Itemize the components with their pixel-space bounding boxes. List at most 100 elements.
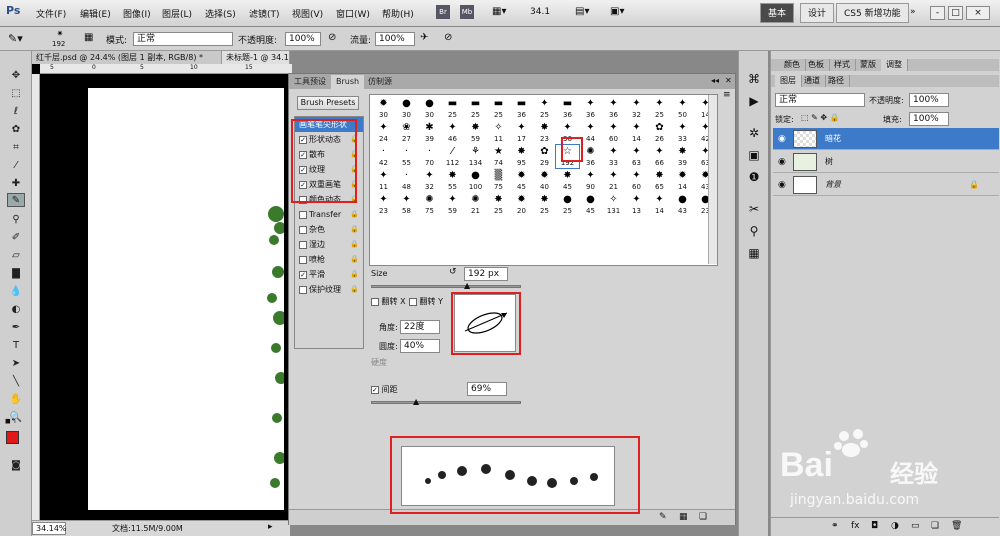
flip-x-checkbox[interactable]: 翻转 X <box>371 296 406 307</box>
new-layer-icon[interactable]: ❏ <box>931 521 939 531</box>
lock-icon[interactable]: 🔒 <box>350 222 359 237</box>
menu-file[interactable]: 文件(F) <box>36 7 66 20</box>
minibridge-icon[interactable]: Mb <box>460 5 474 19</box>
brush-option-item[interactable]: 保护纹理 🔒 <box>295 282 363 297</box>
layer-row-tree[interactable]: ◉ 树 <box>773 151 999 173</box>
brush-tip-cell[interactable]: · 42 <box>372 145 395 168</box>
brush-tip-cell[interactable]: ✦ 50 <box>671 97 694 120</box>
layer-row-background[interactable]: ◉ 背景 🔒 <box>773 174 999 196</box>
fill-input[interactable]: 100% <box>909 112 949 126</box>
brush-tip-cell[interactable]: ⚘ 134 <box>464 145 487 168</box>
move-tool-icon[interactable]: ✥ <box>7 69 25 83</box>
menu-filter[interactable]: 滤镜(T) <box>249 7 280 20</box>
brush-option-item[interactable]: 杂色 🔒 <box>295 222 363 237</box>
delete-layer-icon[interactable]: 🗑 <box>951 521 962 531</box>
history-panel-icon[interactable]: ⌘ <box>746 71 762 87</box>
opacity-input[interactable]: 100% <box>285 32 321 46</box>
brush-tip-cell[interactable]: ⁄ 112 <box>441 145 464 168</box>
status-arrow-icon[interactable]: ▸ <box>268 522 273 532</box>
brush-tip-cell[interactable]: ✹ 45 <box>510 169 533 192</box>
brush-tip-cell[interactable]: ✦ 60 <box>602 121 625 144</box>
tab-clone-source[interactable]: 仿制源 <box>363 75 397 89</box>
actions-panel-icon[interactable]: ▶ <box>746 93 762 109</box>
panel-collapse-icon[interactable]: ◂◂ <box>711 76 719 85</box>
option-checkbox[interactable] <box>299 210 307 219</box>
toggle-brush-panel-icon[interactable]: ▦ <box>84 32 93 43</box>
brush-tip-cell[interactable]: ▬ 36 <box>556 97 579 120</box>
default-colors-icon[interactable]: ◼↰ <box>5 417 17 425</box>
flip-y-checkbox[interactable]: 翻转 Y <box>409 296 443 307</box>
marquee-tool-icon[interactable]: ⬚ <box>7 87 25 101</box>
lock-icon[interactable]: 🔒 <box>350 237 359 252</box>
doc-tab-2[interactable]: 未标题-1 @ 34.1% (暗花, RGB/8) * <box>222 51 290 64</box>
new-brush-icon[interactable]: ❏ <box>699 512 707 522</box>
menu-view[interactable]: 视图(V) <box>292 7 323 20</box>
shape-tool-icon[interactable]: ╲ <box>7 375 25 389</box>
tab-brush[interactable]: Brush <box>331 75 365 89</box>
canvas[interactable] <box>88 88 287 510</box>
doc-tab-1[interactable]: 红千层.psd @ 24.4% (图层 1 副本, RGB/8) * <box>32 51 222 64</box>
tab-color[interactable]: 颜色 <box>779 59 806 71</box>
brush-tip-cell[interactable]: ✧ 131 <box>602 193 625 216</box>
clone-source-icon[interactable]: ⚲ <box>746 223 762 239</box>
adjustment-layer-icon[interactable]: ◑ <box>891 521 899 531</box>
brush-tip-cell[interactable]: ✧ 11 <box>487 121 510 144</box>
eraser-tool-icon[interactable]: ▱ <box>7 249 25 263</box>
workspace-design[interactable]: 设计 <box>800 3 835 23</box>
brush-option-item[interactable]: 湿边 🔒 <box>295 237 363 252</box>
path-select-tool-icon[interactable]: ➤ <box>7 357 25 371</box>
type-tool-icon[interactable]: T <box>7 339 25 353</box>
brush-tip-cell[interactable]: ✦ 36 <box>579 97 602 120</box>
tab-channels[interactable]: 通道 <box>799 75 826 87</box>
eye-icon[interactable]: ◉ <box>778 128 786 150</box>
blend-mode-select[interactable]: 正常 <box>775 93 865 107</box>
menu-edit[interactable]: 编辑(E) <box>80 7 111 20</box>
restore-size-icon[interactable]: ↺ <box>449 267 457 277</box>
healing-tool-icon[interactable]: ✚ <box>7 177 25 191</box>
character-panel-icon[interactable]: ▦ <box>746 245 762 261</box>
brush-tip-cell[interactable]: ✿ 29 <box>533 145 556 168</box>
tab-adjustments[interactable]: 调整 <box>881 59 908 71</box>
brush-tool-icon[interactable]: ✎▾ <box>8 32 23 45</box>
brush-presets-icon[interactable]: ▣ <box>746 147 762 163</box>
brush-tip-cell[interactable]: ✸ 59 <box>464 121 487 144</box>
brush-tip-cell[interactable]: ✦ 66 <box>648 145 671 168</box>
brush-tip-cell[interactable]: ✦ 24 <box>372 121 395 144</box>
option-checkbox[interactable]: ✓ <box>299 270 307 279</box>
brush-preset-picker[interactable]: ✷ <box>52 29 68 38</box>
lock-icon[interactable]: 🔒 <box>350 282 359 297</box>
option-checkbox[interactable] <box>299 255 307 264</box>
link-layers-icon[interactable]: ⚭ <box>831 521 839 531</box>
screen-mode-icon[interactable]: ▣▾ <box>610 6 624 17</box>
angle-input[interactable]: 22度 <box>400 320 440 334</box>
brush-tip-cell[interactable]: ✸ 95 <box>510 145 533 168</box>
brush-tip-cell[interactable]: ● 45 <box>579 193 602 216</box>
view-extras-icon[interactable]: ▦▾ <box>492 6 506 17</box>
layer-row-anhua[interactable]: ◉ 暗花 <box>773 128 999 150</box>
arrange-icon[interactable]: ▤▾ <box>575 6 589 17</box>
brush-tip-cell[interactable]: ✦ 17 <box>510 121 533 144</box>
brush-option-item[interactable]: 喷枪 🔒 <box>295 252 363 267</box>
layer-mask-icon[interactable]: ◘ <box>871 521 878 531</box>
workspace-cs5-new[interactable]: CS5 新增功能 <box>836 3 909 23</box>
workspace-essentials[interactable]: 基本 <box>760 3 795 23</box>
panel-close-icon[interactable]: ✕ <box>725 76 732 85</box>
eye-icon[interactable]: ◉ <box>778 151 786 173</box>
lock-icon[interactable]: 🔒 <box>350 252 359 267</box>
brush-tip-cell[interactable]: ❀ 27 <box>395 121 418 144</box>
flow-input[interactable]: 100% <box>375 32 415 46</box>
brush-tip-cell[interactable]: ● 30 <box>418 97 441 120</box>
tab-tool-presets[interactable]: 工具预设 <box>289 75 331 89</box>
info-panel-icon[interactable]: ❶ <box>746 169 762 185</box>
brush-tip-cell[interactable]: ✦ 14 <box>625 121 648 144</box>
menu-help[interactable]: 帮助(H) <box>382 7 414 20</box>
maximize-button[interactable]: □ <box>948 6 963 20</box>
dodge-tool-icon[interactable]: ◐ <box>7 303 25 317</box>
toggle-live-tip-icon[interactable]: ✎ <box>659 512 667 522</box>
group-icon[interactable]: ▭ <box>911 521 920 531</box>
tab-paths[interactable]: 路径 <box>823 75 850 87</box>
brush-tip-cell[interactable]: ✦ 14 <box>648 193 671 216</box>
pressure-size-icon[interactable]: ⊘ <box>444 32 452 43</box>
spacing-checkbox[interactable]: ✓ 间距 <box>371 384 398 395</box>
minimize-button[interactable]: - <box>930 6 945 20</box>
